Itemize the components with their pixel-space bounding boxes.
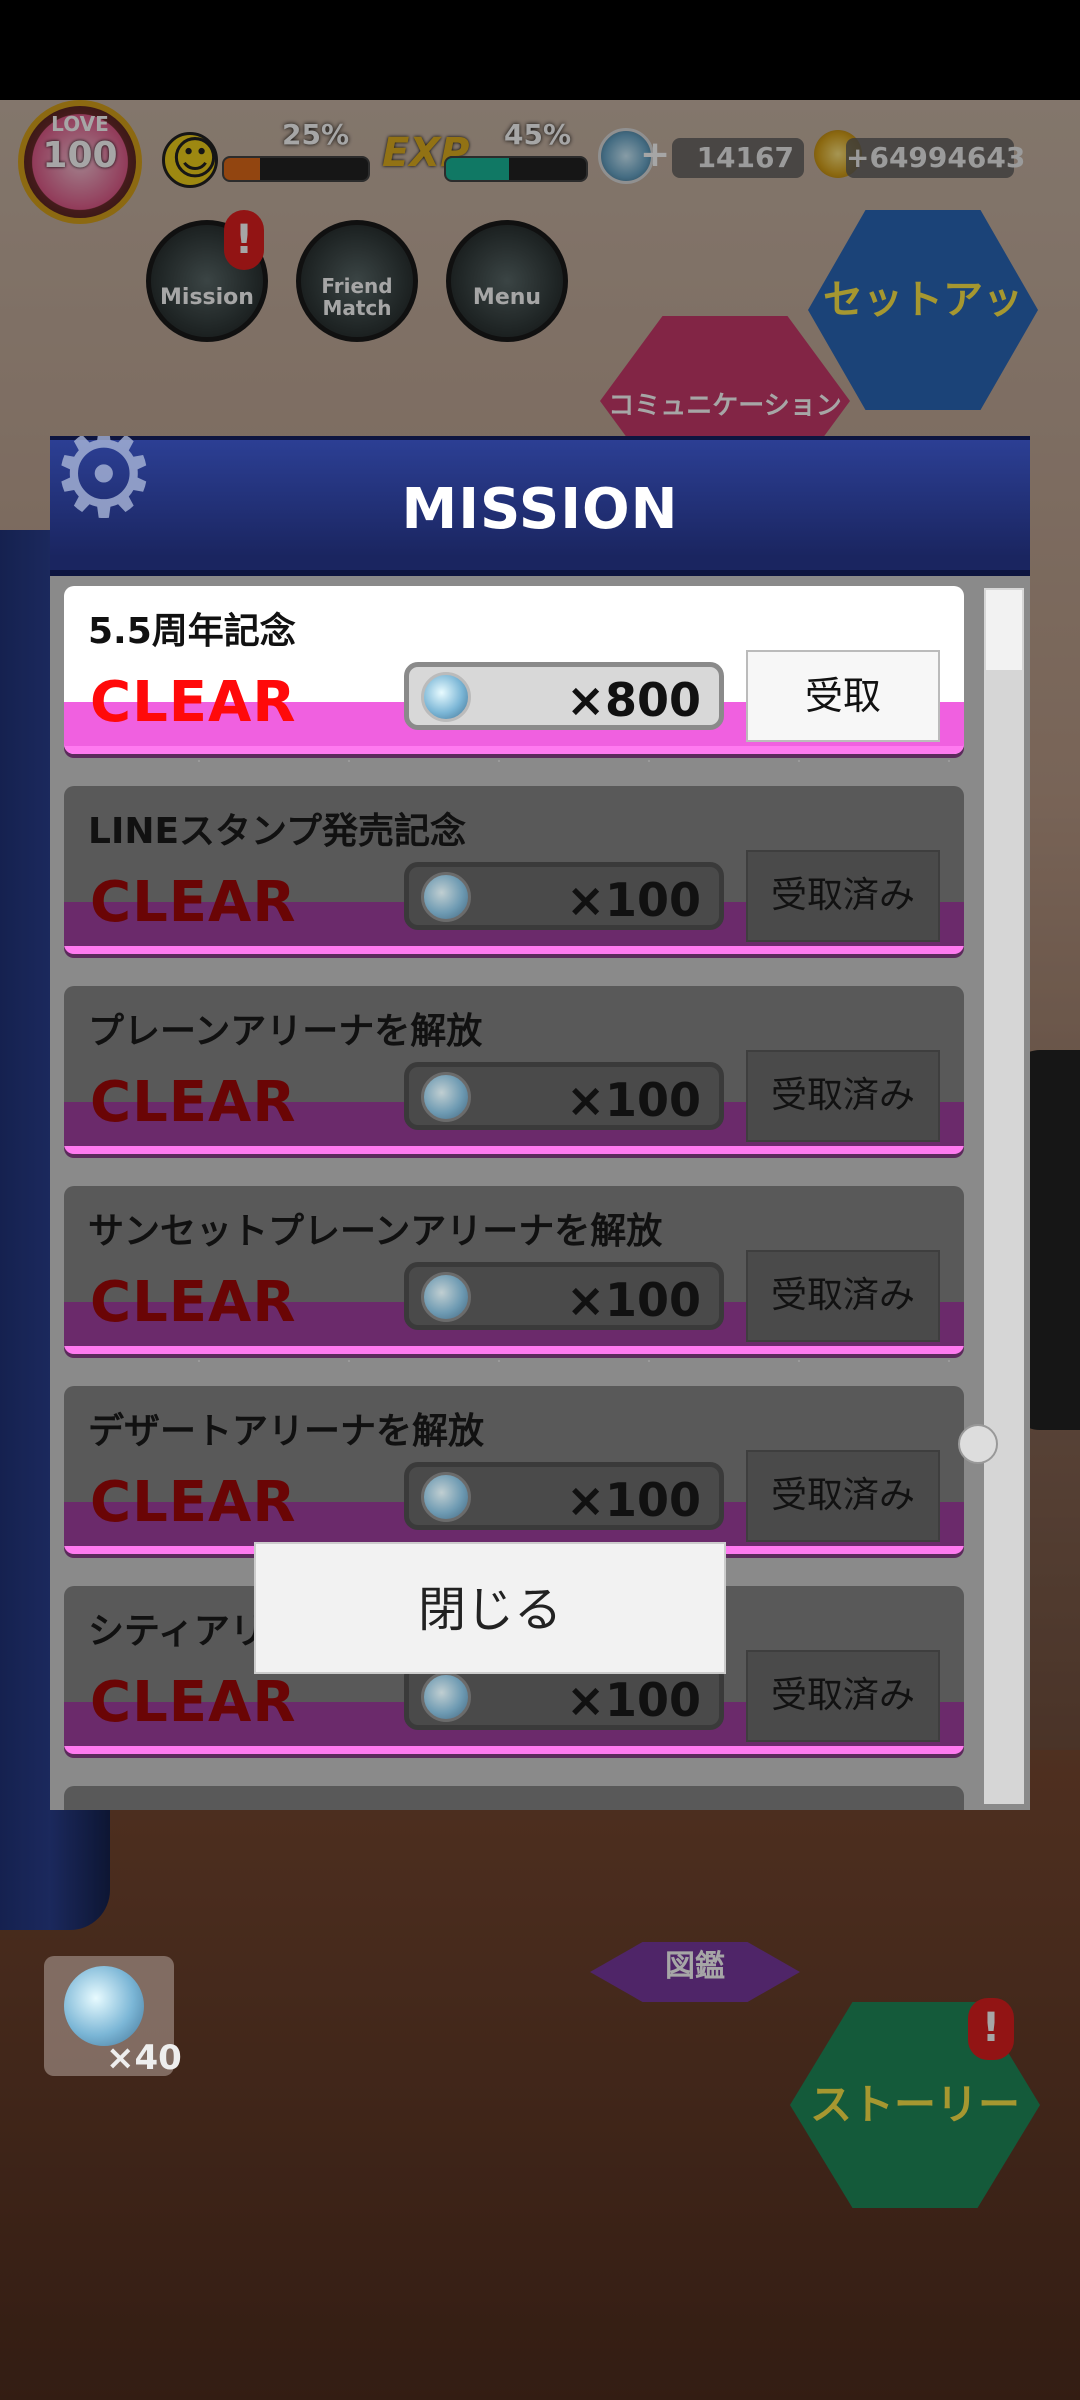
- reward-pill: ×100: [404, 1062, 724, 1130]
- mission-title: LINEスタンプ発売記念: [88, 811, 466, 852]
- scrollbar[interactable]: [984, 588, 1024, 1804]
- gem-icon: [421, 872, 471, 922]
- mission-status: CLEAR: [90, 1070, 297, 1135]
- mission-status: CLEAR: [90, 870, 297, 935]
- gem-icon: [64, 1966, 144, 2046]
- item-count: ×40: [106, 2038, 182, 2078]
- mission-card: LINEスタンプ発売記念 CLEAR ×100 受取済み: [64, 786, 964, 954]
- reward-pill: ×800: [404, 662, 724, 730]
- reward-pill: ×100: [404, 1462, 724, 1530]
- mission-title: プレーンアリーナを解放: [88, 1011, 483, 1052]
- gem-icon: [421, 1072, 471, 1122]
- card-stripe-line: [64, 1146, 964, 1154]
- gem-icon: [421, 1272, 471, 1322]
- mission-title: 5.5周年記念: [88, 611, 296, 652]
- claim-button: 受取済み: [746, 1650, 940, 1742]
- claim-button[interactable]: 受取: [746, 650, 940, 742]
- card-stripe-line: [64, 1346, 964, 1354]
- mission-status: CLEAR: [90, 1470, 297, 1535]
- reward-amount: ×100: [566, 1473, 701, 1527]
- claim-button: 受取済み: [746, 1450, 940, 1542]
- reward-amount: ×100: [566, 1673, 701, 1727]
- mission-dialog: ⚙ MISSION 5.5周年記念 CLEAR ×800 受取 LINEスタンプ発売記念…: [50, 436, 1030, 1950]
- scrollbar-thumb[interactable]: [986, 590, 1022, 670]
- claim-button: 受取済み: [746, 850, 940, 942]
- dialog-title: MISSION: [401, 477, 679, 542]
- scroll-handle[interactable]: [958, 1424, 998, 1464]
- mission-card: サンセットシティアリーナを解放CLEAR×100受取済み: [64, 1786, 964, 1810]
- reward-amount: ×800: [566, 673, 701, 727]
- card-stripe-line: [64, 1746, 964, 1754]
- reward-pill: ×100: [404, 1262, 724, 1330]
- mission-card: サンセットプレーンアリーナを解放 CLEAR ×100 受取済み: [64, 1186, 964, 1354]
- mission-title: サンセットプレーンアリーナを解放: [88, 1211, 663, 1252]
- card-stripe-line: [64, 746, 964, 754]
- status-bar: [0, 0, 1080, 100]
- mission-status: CLEAR: [90, 1670, 297, 1735]
- mission-status: CLEAR: [90, 1270, 297, 1335]
- mission-title: サンセットシティアリーナを解放: [88, 1802, 626, 1810]
- mission-status: CLEAR: [90, 670, 297, 735]
- gear-icon: ⚙: [50, 436, 150, 526]
- gem-icon: [421, 672, 471, 722]
- close-button[interactable]: 閉じる: [254, 1542, 726, 1674]
- mission-card: 5.5周年記念 CLEAR ×800 受取: [64, 586, 964, 754]
- reward-amount: ×100: [566, 1273, 701, 1327]
- reward-amount: ×100: [566, 1073, 701, 1127]
- reward-amount: ×100: [566, 873, 701, 927]
- reward-pill: ×100: [404, 862, 724, 930]
- dialog-header: ⚙ MISSION: [50, 436, 1030, 576]
- claim-button: 受取済み: [746, 1250, 940, 1342]
- mission-title: デザートアリーナを解放: [88, 1411, 485, 1452]
- item-counter: ×40: [44, 1956, 182, 2078]
- mission-card: デザートアリーナを解放 CLEAR ×100 受取済み: [64, 1386, 964, 1554]
- claim-button: 受取済み: [746, 1050, 940, 1142]
- mission-card: プレーンアリーナを解放 CLEAR ×100 受取済み: [64, 986, 964, 1154]
- gem-icon: [421, 1472, 471, 1522]
- gem-icon: [421, 1672, 471, 1722]
- card-stripe-line: [64, 946, 964, 954]
